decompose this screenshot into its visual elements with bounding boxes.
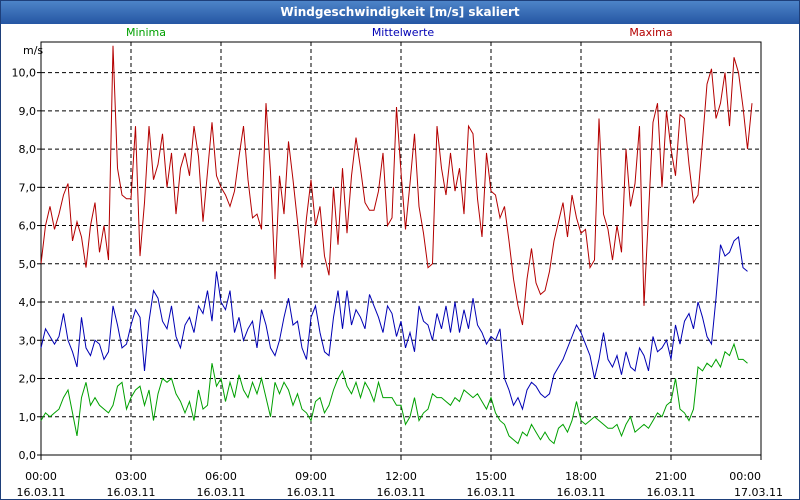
wind-speed-chart: m/s 0,0 1,0 2,0 3,0 4,0 5,0 6,0 7,0 8,0 9,0 10,0 00…: [12, 26, 784, 499]
series-line-minima: [40, 342, 748, 445]
legend-label-maxima: Maxima: [629, 26, 672, 39]
y-tick-label: 0,0: [19, 449, 37, 462]
x-tick-date: 16.03.11: [647, 486, 696, 499]
x-tick-time: 21:00: [655, 470, 687, 483]
x-tick-date: 16.03.11: [107, 486, 156, 499]
x-tick-date: 17.03.11: [734, 486, 783, 499]
x-tick-time: 00:00: [25, 470, 57, 483]
series-line-maxima: [40, 45, 753, 326]
y-tick-label: 2,0: [19, 373, 37, 386]
x-axis: 00:00 16.03.11 03:00 16.03.11 06:00 16.03.11 0…: [17, 455, 783, 499]
x-tick-date: 16.03.11: [377, 486, 426, 499]
series-lines: [40, 45, 753, 445]
x-tick-time: 09:00: [295, 470, 327, 483]
x-tick-time: 00:00: [729, 470, 761, 483]
y-tick-label: 1,0: [19, 411, 37, 424]
y-tick-label: 3,0: [19, 334, 37, 347]
x-tick-time: 18:00: [565, 470, 597, 483]
x-tick-time: 15:00: [475, 470, 507, 483]
y-axis: m/s 0,0 1,0 2,0 3,0 4,0 5,0 6,0 7,0 8,0 9,0 10,0: [12, 44, 44, 462]
x-tick-date: 16.03.11: [467, 486, 516, 499]
legend-label-minima: Minima: [126, 26, 166, 39]
chart-window: Windgeschwindigkeit [m/s] skaliert m/s 0,…: [0, 0, 800, 500]
y-tick-label: 7,0: [19, 181, 37, 194]
y-tick-label: 8,0: [19, 143, 37, 156]
x-tick-date: 16.03.11: [197, 486, 246, 499]
x-tick-date: 16.03.11: [17, 486, 66, 499]
legend-label-mittelwerte: Mittelwerte: [372, 26, 435, 39]
y-tick-label: 5,0: [19, 258, 37, 271]
legend: Minima Mittelwerte Maxima: [126, 26, 673, 39]
x-tick-date: 16.03.11: [287, 486, 336, 499]
x-tick-time: 12:00: [385, 470, 417, 483]
x-tick-time: 06:00: [205, 470, 237, 483]
x-tick-date: 16.03.11: [557, 486, 606, 499]
y-axis-unit-label: m/s: [23, 44, 43, 57]
y-tick-label: 6,0: [19, 220, 37, 233]
y-tick-label: 9,0: [19, 105, 37, 118]
x-tick-time: 03:00: [115, 470, 147, 483]
y-tick-label: 4,0: [19, 296, 37, 309]
window-title: Windgeschwindigkeit [m/s] skaliert: [1, 1, 799, 24]
y-tick-label: 10,0: [12, 67, 37, 80]
series-line-mittelwerte: [40, 236, 748, 411]
